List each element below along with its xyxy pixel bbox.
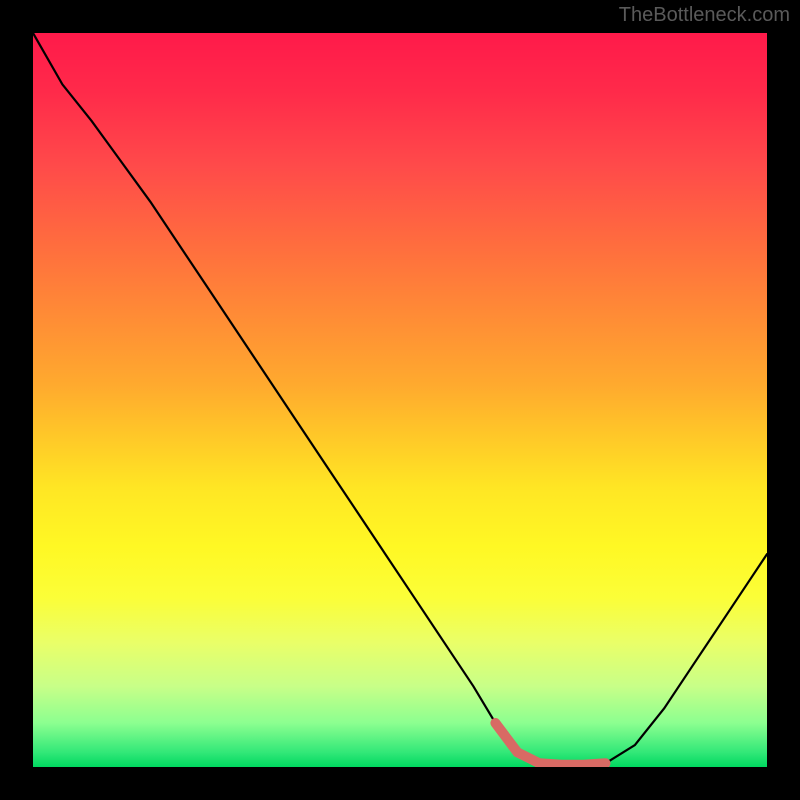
optimal-range-highlight: [495, 723, 605, 765]
watermark-text: TheBottleneck.com: [619, 4, 790, 27]
chart-plot-area: [33, 33, 767, 767]
bottleneck-curve-line: [33, 33, 767, 765]
chart-svg: [33, 33, 767, 767]
